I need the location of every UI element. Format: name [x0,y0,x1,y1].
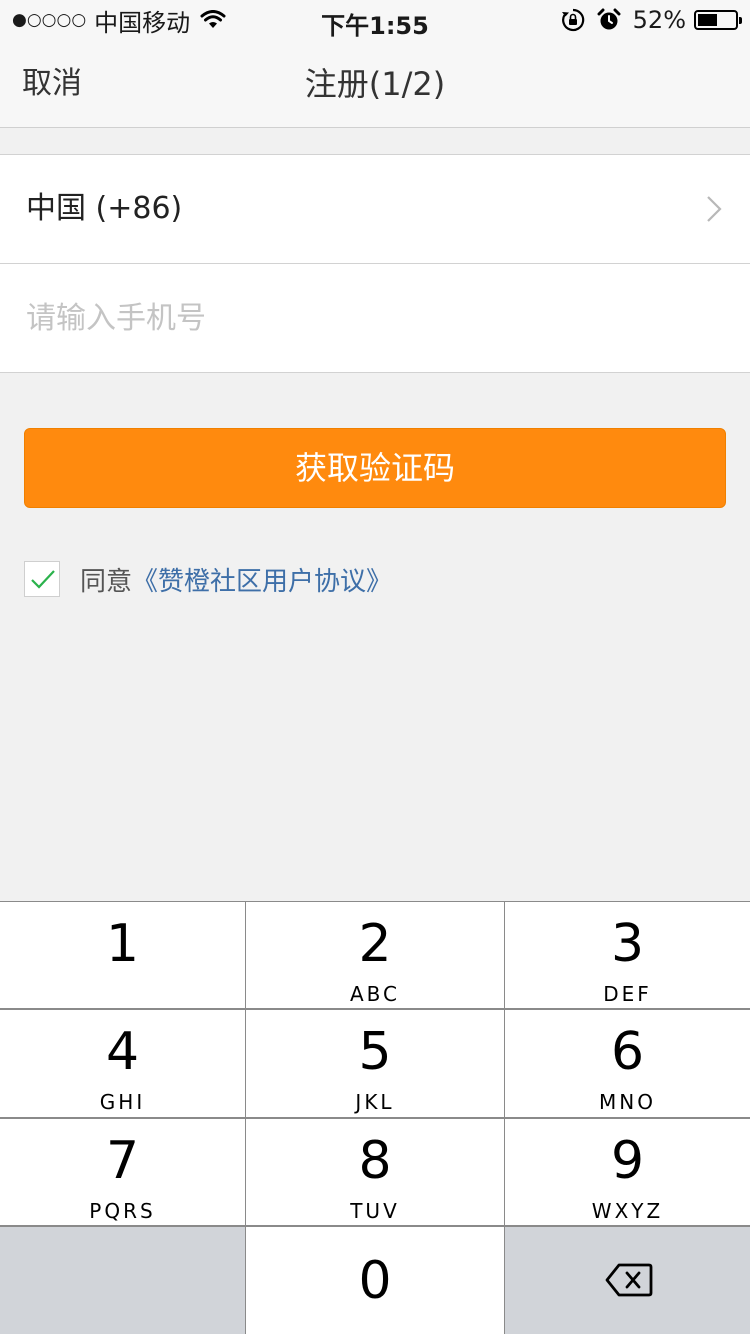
key-digit: 7 [105,1131,140,1191]
key-6[interactable]: 6 MNO [505,1010,750,1117]
country-code-label: 中国 (+86) [26,191,183,226]
battery-level [698,14,717,26]
key-0[interactable]: 0 [246,1227,504,1334]
user-agreement-link[interactable]: 《赞橙社区用户协议》 [132,561,392,598]
key-3[interactable]: 3 DEF [505,902,750,1008]
key-digit: 8 [358,1131,392,1191]
key-digit: 2 [358,914,392,974]
key-digit: 9 [610,1131,645,1191]
key-digit: 5 [358,1022,392,1082]
key-letters: GHI [99,1090,146,1114]
nav-bar: 取消 注册(1/2) [0,40,750,128]
battery-icon [694,10,742,30]
key-letters: DEF [603,982,652,1006]
alarm-icon [597,8,621,30]
agreement: 同意 《赞橙社区用户协议》 [24,560,392,598]
key-digit: 4 [105,1022,140,1082]
chevron-right-icon [707,196,722,222]
numeric-keypad: 1 2 ABC 3 DEF 4 GHI 5 JKL 6 MNO 7 PQRS 8… [0,901,750,1334]
get-verification-code-button[interactable]: 获取验证码 [24,428,726,508]
agree-prefix: 同意 [80,566,133,597]
key-blank [0,1227,245,1334]
rotation-lock-icon [561,8,584,32]
key-2[interactable]: 2 ABC [246,902,504,1008]
form-group: 中国 (+86) [0,154,750,373]
key-1[interactable]: 1 [0,902,245,1008]
phone-input[interactable] [26,264,706,372]
checkmark-icon [31,570,55,589]
key-digit: 6 [610,1022,645,1082]
agree-checkbox[interactable] [24,561,60,597]
country-selector[interactable]: 中国 (+86) [0,155,750,263]
key-letters: PQRS [89,1199,156,1223]
key-5[interactable]: 5 JKL [246,1010,504,1117]
status-right: 52% [561,6,742,34]
phone-row [0,263,750,372]
key-9[interactable]: 9 WXYZ [505,1119,750,1225]
status-bar: ●○○○○ 中国移动 下午1:55 52% [0,0,750,40]
key-8[interactable]: 8 TUV [246,1119,504,1225]
key-letters: JKL [355,1090,395,1114]
key-digit: 1 [105,914,140,974]
key-digit: 0 [358,1251,392,1311]
delete-key[interactable] [505,1227,750,1334]
key-letters: WXYZ [591,1199,664,1223]
page-title: 注册(1/2) [304,65,446,103]
key-digit: 3 [610,914,645,974]
backspace-icon [605,1263,653,1297]
key-letters: MNO [599,1090,656,1114]
key-4[interactable]: 4 GHI [0,1010,245,1117]
key-letters: ABC [349,982,400,1006]
key-7[interactable]: 7 PQRS [0,1119,245,1225]
key-letters: TUV [350,1199,400,1223]
battery-percent: 52% [632,6,686,34]
